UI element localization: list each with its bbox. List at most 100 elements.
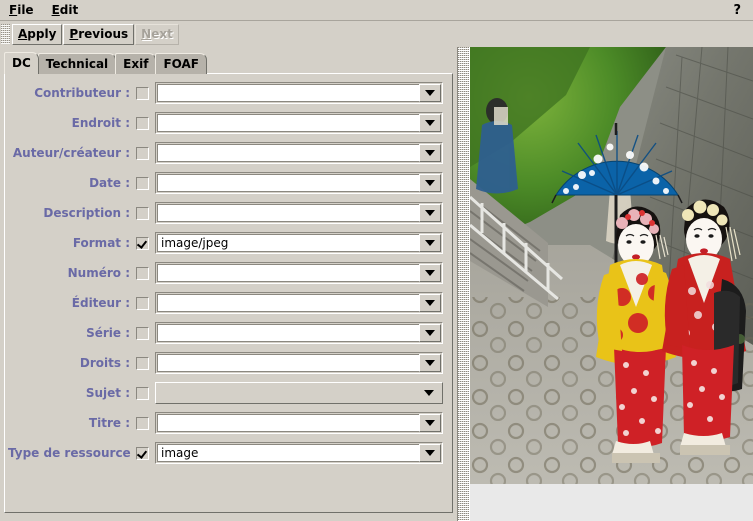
field-combobox[interactable] [155,262,443,284]
menu-item-edit[interactable]: Edit [43,2,88,19]
metadata-form-rows: Contributeur : Endroit : Auteur/créateur :… [8,78,446,468]
menu-item-file[interactable]: File [0,2,43,19]
previous-button-label: revious [78,27,128,41]
form-row: Auteur/créateur : [8,138,446,168]
dropdown-button[interactable] [419,444,441,462]
field-combobox[interactable]: image/jpeg [155,232,443,254]
chevron-down-icon [425,240,435,246]
field-combobox[interactable] [155,142,443,164]
field-enable-checkbox[interactable] [136,387,149,400]
field-label: Droits : [8,356,136,370]
field-label: Type de ressource : [8,446,136,460]
chevron-down-icon [425,120,435,126]
field-enable-checkbox[interactable] [136,327,149,340]
form-row: Date : [8,168,446,198]
dropdown-button[interactable] [419,114,441,132]
field-label: Titre : [8,416,136,430]
field-enable-checkbox[interactable] [136,267,149,280]
chevron-down-icon [425,300,435,306]
toolbar: Apply Previous Next [0,21,753,47]
field-value[interactable] [156,392,416,394]
preview-image [470,47,753,484]
form-row: Endroit : [8,108,446,138]
form-row: Droits : [8,348,446,378]
field-value[interactable] [157,174,419,192]
field-label: Description : [8,206,136,220]
field-value[interactable] [157,354,419,372]
tab-foaf[interactable]: FOAF [155,53,207,74]
field-value[interactable] [157,414,419,432]
dropdown-button[interactable] [419,264,441,282]
chevron-down-icon [424,390,434,396]
field-enable-checkbox[interactable] [136,417,149,430]
dropdown-button[interactable] [419,324,441,342]
dropdown-button[interactable] [419,414,441,432]
toolbar-drag-handle[interactable] [1,24,10,44]
field-combobox[interactable] [155,292,443,314]
field-label: Format : [8,236,136,250]
form-row: Série : [8,318,446,348]
field-combobox[interactable] [155,172,443,194]
field-label: Éditeur : [8,296,136,310]
menu-item-file-label: ile [17,3,33,17]
field-combobox[interactable] [155,82,443,104]
tab-dc[interactable]: DC [4,52,39,74]
field-label: Série : [8,326,136,340]
form-row: Format : image/jpeg [8,228,446,258]
field-combobox[interactable] [155,352,443,374]
form-row: Éditeur : [8,288,446,318]
field-enable-checkbox[interactable] [136,357,149,370]
dropdown-button[interactable] [419,294,441,312]
field-combobox[interactable] [155,322,443,344]
tab-technical[interactable]: Technical [38,53,116,74]
field-enable-checkbox[interactable] [136,117,149,130]
field-enable-checkbox[interactable] [136,297,149,310]
chevron-down-icon [425,90,435,96]
field-enable-checkbox[interactable] [136,447,149,460]
apply-button[interactable]: Apply [12,24,62,45]
tab-strip: DCTechnicalExifFOAF [4,53,206,74]
metadata-form-panel: Contributeur : Endroit : Auteur/créateur :… [4,73,453,513]
form-row: Sujet : [8,378,446,408]
dropdown-button[interactable] [419,144,441,162]
menu-item-edit-label: dit [60,3,78,17]
field-value[interactable] [157,114,419,132]
field-enable-checkbox[interactable] [136,237,149,250]
field-value[interactable] [157,144,419,162]
dropdown-button[interactable] [416,390,442,396]
help-menu-item[interactable]: ? [727,1,753,20]
field-value[interactable]: image/jpeg [157,234,419,252]
field-value[interactable] [157,294,419,312]
field-enable-checkbox[interactable] [136,87,149,100]
field-value[interactable]: image [157,444,419,462]
field-value[interactable] [157,84,419,102]
dropdown-button[interactable] [419,174,441,192]
field-label: Sujet : [8,386,136,400]
field-enable-checkbox[interactable] [136,147,149,160]
field-combobox[interactable] [155,412,443,434]
dropdown-button[interactable] [419,204,441,222]
chevron-down-icon [425,450,435,456]
field-enable-checkbox[interactable] [136,177,149,190]
field-value[interactable] [157,324,419,342]
dropdown-button[interactable] [419,354,441,372]
dropdown-button[interactable] [419,84,441,102]
field-combobox[interactable]: image [155,442,443,464]
preview-vertical-scrollbar[interactable] [457,47,470,521]
field-value[interactable] [157,264,419,282]
form-row: Titre : [8,408,446,438]
field-value[interactable] [157,204,419,222]
application-window: File Edit ? Apply Previous Next DCTechni… [0,0,753,521]
chevron-down-icon [425,210,435,216]
field-combobox[interactable] [155,382,443,404]
form-row: Numéro : [8,258,446,288]
field-combobox[interactable] [155,202,443,224]
field-combobox[interactable] [155,112,443,134]
field-enable-checkbox[interactable] [136,207,149,220]
dropdown-button[interactable] [419,234,441,252]
previous-button[interactable]: Previous [63,24,134,45]
field-label: Endroit : [8,116,136,130]
form-row: Contributeur : [8,78,446,108]
tab-exif[interactable]: Exif [115,53,156,74]
form-row: Description : [8,198,446,228]
